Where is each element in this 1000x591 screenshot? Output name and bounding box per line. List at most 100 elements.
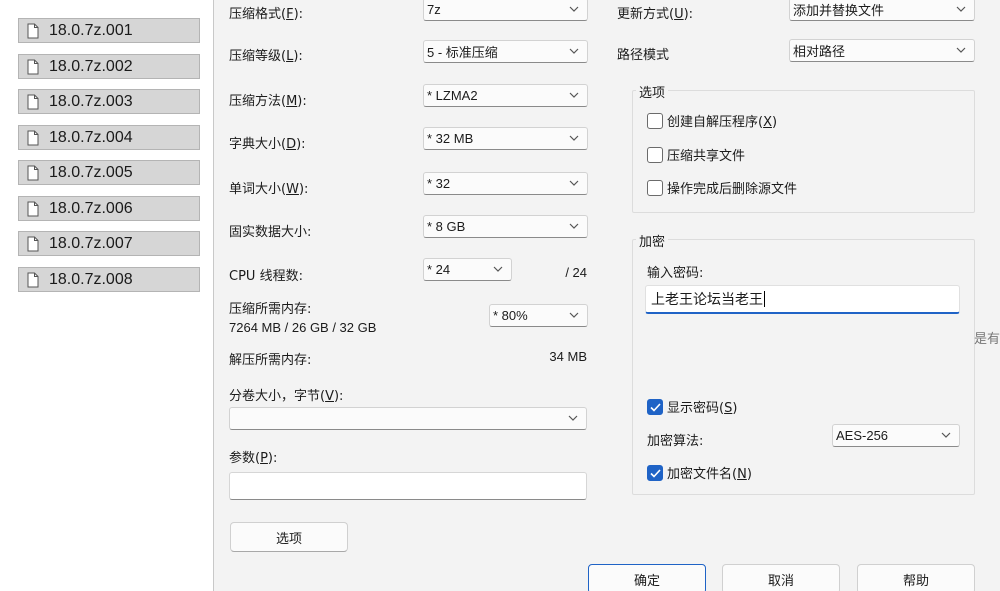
file-item[interactable]: 18.0.7z.005 — [18, 160, 200, 185]
sfx-label: 创建自解压程序(X) — [667, 115, 778, 130]
file-name: 18.0.7z.001 — [49, 21, 133, 39]
options-group-title: 选项 — [636, 82, 669, 101]
mem-decompress-label: 解压所需内存: — [229, 353, 312, 368]
path-mode-combo[interactable]: 相对路径 — [789, 39, 975, 62]
method-combo[interactable]: * LZMA2 — [423, 84, 588, 107]
delete-source-checkbox[interactable]: 操作完成后删除源文件 — [647, 178, 797, 197]
file-item[interactable]: 18.0.7z.004 — [18, 125, 200, 150]
params-label: 参数(P): — [229, 451, 278, 466]
chevron-down-icon — [941, 432, 951, 438]
file-name: 18.0.7z.006 — [49, 199, 133, 217]
chevron-down-icon — [569, 223, 579, 229]
delete-source-label: 操作完成后删除源文件 — [667, 182, 798, 197]
update-label: 更新方式(U): — [617, 7, 694, 22]
chevron-down-icon — [569, 180, 579, 186]
path-mode-value: 相对路径 — [793, 44, 846, 59]
file-name: 18.0.7z.002 — [49, 57, 133, 75]
dict-combo[interactable]: * 32 MB — [423, 127, 588, 150]
chevron-down-icon — [569, 6, 579, 12]
method-value: * LZMA2 — [427, 88, 478, 103]
solid-value: * 8 GB — [427, 219, 466, 234]
file-item[interactable]: 18.0.7z.006 — [18, 196, 200, 221]
chevron-down-icon — [569, 135, 579, 141]
format-value: 7z — [427, 2, 441, 17]
document-icon — [27, 130, 39, 145]
mem-decompress-value: 34 MB — [549, 349, 587, 364]
solid-combo[interactable]: * 8 GB — [423, 215, 588, 238]
params-input[interactable] — [229, 472, 587, 500]
file-name: 18.0.7z.004 — [49, 128, 133, 146]
chevron-down-icon — [956, 47, 966, 53]
password-value: 上老王论坛当老王 — [651, 292, 763, 308]
help-button[interactable]: 帮助 — [857, 564, 975, 591]
algo-label: 加密算法: — [647, 434, 704, 449]
show-password-checkbox[interactable]: 显示密码(S) — [647, 397, 737, 416]
password-input[interactable]: 上老王论坛当老王 — [645, 285, 960, 314]
sfx-checkbox[interactable]: 创建自解压程序(X) — [647, 111, 777, 130]
show-password-label: 显示密码(S) — [667, 401, 738, 416]
encrypt-names-checkbox[interactable]: 加密文件名(N) — [647, 463, 752, 482]
document-icon — [27, 272, 39, 287]
algo-combo[interactable]: AES-256 — [832, 424, 960, 447]
document-icon — [27, 201, 39, 216]
chevron-down-icon — [569, 48, 579, 54]
split-label: 分卷大小，字节(V): — [229, 389, 344, 404]
checkbox-checked-icon — [647, 398, 663, 415]
algo-value: AES-256 — [836, 428, 889, 443]
text-caret — [764, 291, 765, 307]
file-name: 18.0.7z.007 — [49, 234, 133, 252]
document-icon — [27, 236, 39, 251]
password-label: 输入密码: — [647, 266, 704, 281]
file-name: 18.0.7z.008 — [49, 270, 133, 288]
shared-label: 压缩共享文件 — [667, 149, 746, 164]
file-item[interactable]: 18.0.7z.002 — [18, 54, 200, 79]
dict-value: * 32 MB — [427, 131, 474, 146]
background-edge-text: 是有 — [973, 332, 1000, 347]
cancel-button[interactable]: 取消 — [722, 564, 840, 591]
path-mode-label: 路径模式 — [617, 48, 670, 63]
word-value: * 32 — [427, 176, 451, 191]
chevron-down-icon — [569, 312, 579, 318]
document-icon — [27, 94, 39, 109]
add-to-archive-dialog: 压缩格式(F): 7z 压缩等级(L): 5 - 标准压缩 压缩方法(M): *… — [213, 0, 1000, 591]
level-combo[interactable]: 5 - 标准压缩 — [423, 40, 588, 63]
shared-checkbox[interactable]: 压缩共享文件 — [647, 145, 745, 164]
file-item[interactable]: 18.0.7z.007 — [18, 231, 200, 256]
threads-total: / 24 — [565, 265, 587, 280]
format-combo[interactable]: 7z — [423, 0, 588, 21]
document-icon — [27, 59, 39, 74]
checkbox-unchecked-icon — [647, 112, 663, 129]
split-combo[interactable] — [229, 407, 587, 430]
options-button[interactable]: 选项 — [230, 522, 348, 552]
threads-combo[interactable]: * 24 — [423, 258, 512, 281]
checkbox-unchecked-icon — [647, 179, 663, 196]
chevron-down-icon — [569, 92, 579, 98]
chevron-down-icon — [568, 415, 578, 421]
format-label: 压缩格式(F): — [229, 7, 304, 22]
mem-compress-value: 7264 MB / 26 GB / 32 GB — [229, 320, 377, 335]
document-icon — [27, 165, 39, 180]
document-icon — [27, 23, 39, 38]
threads-value: * 24 — [427, 262, 451, 277]
checkbox-unchecked-icon — [647, 146, 663, 163]
file-item[interactable]: 18.0.7z.008 — [18, 267, 200, 292]
ok-button[interactable]: 确定 — [588, 564, 706, 591]
level-value: 5 - 标准压缩 — [427, 45, 498, 60]
file-item[interactable]: 18.0.7z.001 — [18, 18, 200, 43]
chevron-down-icon — [493, 266, 503, 272]
file-item[interactable]: 18.0.7z.003 — [18, 89, 200, 114]
mem-percent-combo[interactable]: * 80% — [489, 304, 588, 327]
solid-label: 固实数据大小: — [229, 225, 312, 240]
update-combo[interactable]: 添加并替换文件 — [789, 0, 975, 21]
method-label: 压缩方法(M): — [229, 94, 307, 109]
encryption-group-title: 加密 — [636, 231, 669, 250]
level-label: 压缩等级(L): — [229, 49, 303, 64]
word-label: 单词大小(W): — [229, 182, 309, 197]
mem-percent-value: * 80% — [493, 308, 528, 323]
word-combo[interactable]: * 32 — [423, 172, 588, 195]
update-value: 添加并替换文件 — [793, 3, 885, 18]
file-name: 18.0.7z.005 — [49, 163, 133, 181]
encrypt-names-label: 加密文件名(N) — [667, 467, 752, 482]
file-name: 18.0.7z.003 — [49, 92, 133, 110]
checkbox-checked-icon — [647, 464, 663, 481]
